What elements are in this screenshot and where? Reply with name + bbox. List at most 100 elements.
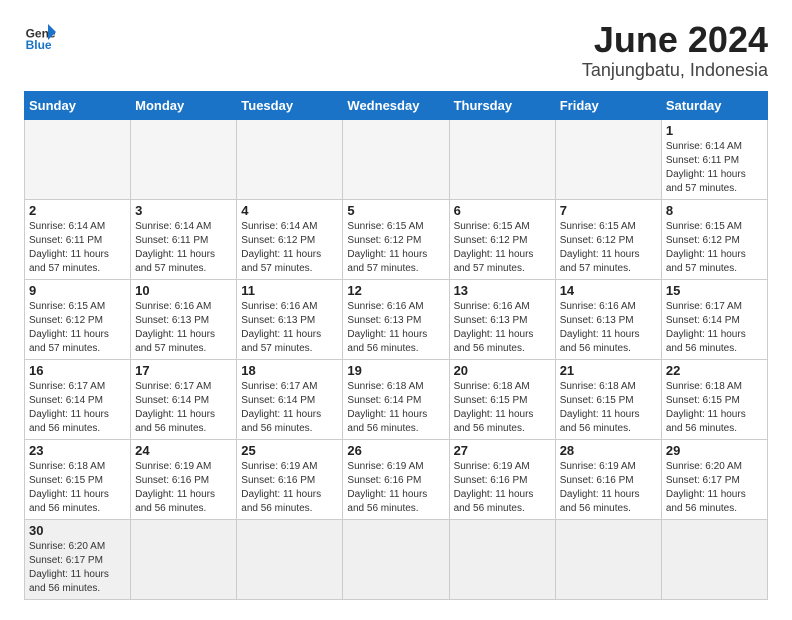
day-number: 2 [29, 203, 126, 218]
header: General Blue June 2024 Tanjungbatu, Indo… [24, 20, 768, 81]
col-header-friday: Friday [555, 91, 661, 119]
day-info: Sunrise: 6:15 AM Sunset: 6:12 PM Dayligh… [29, 300, 126, 356]
day-info: Sunrise: 6:14 AM Sunset: 6:11 PM Dayligh… [29, 220, 126, 276]
day-info: Sunrise: 6:15 AM Sunset: 6:12 PM Dayligh… [454, 220, 551, 276]
day-info: Sunrise: 6:14 AM Sunset: 6:11 PM Dayligh… [666, 140, 763, 196]
header-row: SundayMondayTuesdayWednesdayThursdayFrid… [25, 91, 768, 119]
day-info: Sunrise: 6:20 AM Sunset: 6:17 PM Dayligh… [666, 460, 763, 516]
day-number: 11 [241, 283, 338, 298]
day-info: Sunrise: 6:18 AM Sunset: 6:15 PM Dayligh… [454, 380, 551, 436]
col-header-tuesday: Tuesday [237, 91, 343, 119]
week-row-3: 16 Sunrise: 6:17 AM Sunset: 6:14 PM Dayli… [25, 359, 768, 439]
day-cell: 1 Sunrise: 6:14 AM Sunset: 6:11 PM Daylig… [661, 119, 767, 199]
day-cell [343, 519, 449, 599]
day-number: 20 [454, 363, 551, 378]
week-row-0: 1 Sunrise: 6:14 AM Sunset: 6:11 PM Daylig… [25, 119, 768, 199]
calendar-title: June 2024 [582, 20, 768, 60]
week-row-2: 9Sunrise: 6:15 AM Sunset: 6:12 PM Daylig… [25, 279, 768, 359]
day-cell [555, 119, 661, 199]
day-cell [449, 519, 555, 599]
day-cell: 29 Sunrise: 6:20 AM Sunset: 6:17 PM Dayli… [661, 439, 767, 519]
col-header-saturday: Saturday [661, 91, 767, 119]
col-header-wednesday: Wednesday [343, 91, 449, 119]
day-cell: 20 Sunrise: 6:18 AM Sunset: 6:15 PM Dayli… [449, 359, 555, 439]
day-info: Sunrise: 6:18 AM Sunset: 6:15 PM Dayligh… [560, 380, 657, 436]
day-cell [343, 119, 449, 199]
day-number: 24 [135, 443, 232, 458]
day-info: Sunrise: 6:15 AM Sunset: 6:12 PM Dayligh… [666, 220, 763, 276]
day-info: Sunrise: 6:16 AM Sunset: 6:13 PM Dayligh… [135, 300, 232, 356]
day-cell: 30Sunrise: 6:20 AM Sunset: 6:17 PM Dayli… [25, 519, 131, 599]
day-number: 14 [560, 283, 657, 298]
calendar-table: SundayMondayTuesdayWednesdayThursdayFrid… [24, 91, 768, 600]
day-cell: 15Sunrise: 6:17 AM Sunset: 6:14 PM Dayli… [661, 279, 767, 359]
col-header-thursday: Thursday [449, 91, 555, 119]
day-number: 1 [666, 123, 763, 138]
day-info: Sunrise: 6:18 AM Sunset: 6:15 PM Dayligh… [666, 380, 763, 436]
day-number: 6 [454, 203, 551, 218]
day-info: Sunrise: 6:18 AM Sunset: 6:15 PM Dayligh… [29, 460, 126, 516]
day-number: 27 [454, 443, 551, 458]
day-number: 21 [560, 363, 657, 378]
day-number: 7 [560, 203, 657, 218]
day-cell: 9Sunrise: 6:15 AM Sunset: 6:12 PM Daylig… [25, 279, 131, 359]
day-cell [131, 519, 237, 599]
day-cell: 23 Sunrise: 6:18 AM Sunset: 6:15 PM Dayli… [25, 439, 131, 519]
day-info: Sunrise: 6:19 AM Sunset: 6:16 PM Dayligh… [560, 460, 657, 516]
day-info: Sunrise: 6:19 AM Sunset: 6:16 PM Dayligh… [454, 460, 551, 516]
day-info: Sunrise: 6:16 AM Sunset: 6:13 PM Dayligh… [454, 300, 551, 356]
day-cell: 14Sunrise: 6:16 AM Sunset: 6:13 PM Dayli… [555, 279, 661, 359]
logo-icon: General Blue [24, 20, 56, 52]
day-number: 18 [241, 363, 338, 378]
day-cell: 4 Sunrise: 6:14 AM Sunset: 6:12 PM Daylig… [237, 199, 343, 279]
day-cell: 19 Sunrise: 6:18 AM Sunset: 6:14 PM Dayli… [343, 359, 449, 439]
day-cell: 8Sunrise: 6:15 AM Sunset: 6:12 PM Daylig… [661, 199, 767, 279]
calendar-page: General Blue June 2024 Tanjungbatu, Indo… [0, 0, 792, 620]
day-cell: 7 Sunrise: 6:15 AM Sunset: 6:12 PM Daylig… [555, 199, 661, 279]
week-row-5: 30Sunrise: 6:20 AM Sunset: 6:17 PM Dayli… [25, 519, 768, 599]
day-cell: 28Sunrise: 6:19 AM Sunset: 6:16 PM Dayli… [555, 439, 661, 519]
day-cell: 13 Sunrise: 6:16 AM Sunset: 6:13 PM Dayli… [449, 279, 555, 359]
day-number: 3 [135, 203, 232, 218]
day-cell: 12Sunrise: 6:16 AM Sunset: 6:13 PM Dayli… [343, 279, 449, 359]
day-number: 5 [347, 203, 444, 218]
svg-text:Blue: Blue [26, 38, 52, 52]
day-cell: 26Sunrise: 6:19 AM Sunset: 6:16 PM Dayli… [343, 439, 449, 519]
day-number: 19 [347, 363, 444, 378]
week-row-4: 23 Sunrise: 6:18 AM Sunset: 6:15 PM Dayli… [25, 439, 768, 519]
col-header-monday: Monday [131, 91, 237, 119]
day-cell [131, 119, 237, 199]
day-cell: 22Sunrise: 6:18 AM Sunset: 6:15 PM Dayli… [661, 359, 767, 439]
day-info: Sunrise: 6:17 AM Sunset: 6:14 PM Dayligh… [29, 380, 126, 436]
day-cell [25, 119, 131, 199]
day-cell: 3 Sunrise: 6:14 AM Sunset: 6:11 PM Daylig… [131, 199, 237, 279]
day-cell: 5 Sunrise: 6:15 AM Sunset: 6:12 PM Daylig… [343, 199, 449, 279]
day-number: 17 [135, 363, 232, 378]
day-number: 16 [29, 363, 126, 378]
day-cell: 16 Sunrise: 6:17 AM Sunset: 6:14 PM Dayli… [25, 359, 131, 439]
day-info: Sunrise: 6:14 AM Sunset: 6:11 PM Dayligh… [135, 220, 232, 276]
day-number: 10 [135, 283, 232, 298]
calendar-subtitle: Tanjungbatu, Indonesia [582, 60, 768, 81]
day-cell: 18Sunrise: 6:17 AM Sunset: 6:14 PM Dayli… [237, 359, 343, 439]
day-cell [237, 119, 343, 199]
day-number: 12 [347, 283, 444, 298]
day-info: Sunrise: 6:15 AM Sunset: 6:12 PM Dayligh… [347, 220, 444, 276]
day-number: 4 [241, 203, 338, 218]
day-cell: 27 Sunrise: 6:19 AM Sunset: 6:16 PM Dayli… [449, 439, 555, 519]
day-info: Sunrise: 6:14 AM Sunset: 6:12 PM Dayligh… [241, 220, 338, 276]
day-info: Sunrise: 6:19 AM Sunset: 6:16 PM Dayligh… [135, 460, 232, 516]
day-info: Sunrise: 6:20 AM Sunset: 6:17 PM Dayligh… [29, 540, 126, 596]
day-cell [237, 519, 343, 599]
day-number: 13 [454, 283, 551, 298]
day-info: Sunrise: 6:18 AM Sunset: 6:14 PM Dayligh… [347, 380, 444, 436]
day-number: 26 [347, 443, 444, 458]
day-cell [555, 519, 661, 599]
day-cell: 6 Sunrise: 6:15 AM Sunset: 6:12 PM Daylig… [449, 199, 555, 279]
day-info: Sunrise: 6:17 AM Sunset: 6:14 PM Dayligh… [135, 380, 232, 436]
day-info: Sunrise: 6:15 AM Sunset: 6:12 PM Dayligh… [560, 220, 657, 276]
day-info: Sunrise: 6:16 AM Sunset: 6:13 PM Dayligh… [241, 300, 338, 356]
day-cell: 21 Sunrise: 6:18 AM Sunset: 6:15 PM Dayli… [555, 359, 661, 439]
day-number: 23 [29, 443, 126, 458]
day-number: 29 [666, 443, 763, 458]
